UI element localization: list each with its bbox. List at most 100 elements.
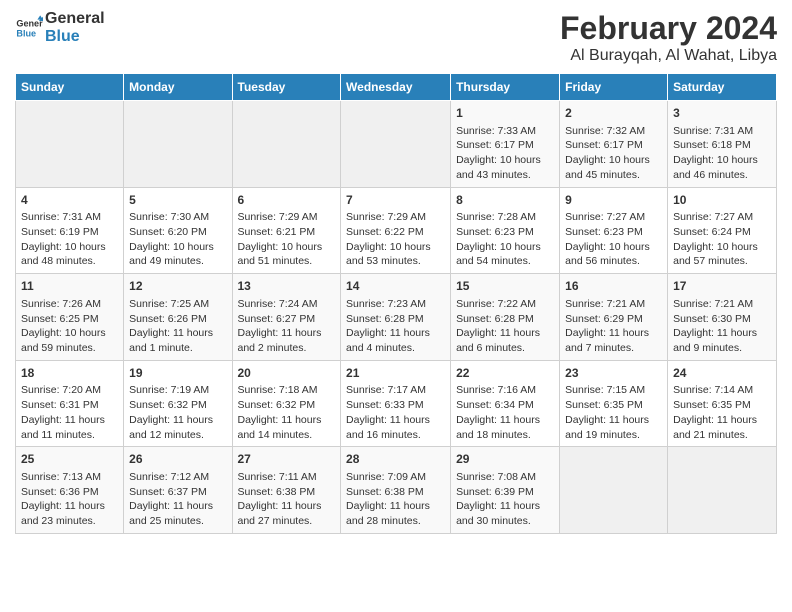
col-header-monday: Monday (124, 74, 232, 101)
day-number: 23 (565, 365, 662, 382)
calendar-table: SundayMondayTuesdayWednesdayThursdayFrid… (15, 73, 777, 534)
day-number: 21 (346, 365, 445, 382)
calendar-cell: 7Sunrise: 7:29 AM Sunset: 6:22 PM Daylig… (341, 187, 451, 274)
page-header: General Blue General Blue February 2024 … (15, 10, 777, 65)
calendar-cell (560, 447, 668, 534)
calendar-cell (668, 447, 777, 534)
day-number: 17 (673, 278, 771, 295)
calendar-cell: 15 Sunrise: 7:22 AM Sunset: 6:28 PM Dayli… (451, 274, 560, 361)
day-info: Sunrise: 7:13 AM Sunset: 6:36 PM Dayligh… (21, 470, 118, 529)
col-header-saturday: Saturday (668, 74, 777, 101)
col-header-tuesday: Tuesday (232, 74, 341, 101)
day-info: Sunrise: 7:17 AM Sunset: 6:33 PM Dayligh… (346, 383, 445, 442)
day-number: 15 (456, 278, 554, 295)
day-number: 18 (21, 365, 118, 382)
day-info: Sunrise: 7:23 AM Sunset: 6:28 PM Dayligh… (346, 297, 445, 356)
calendar-cell (16, 101, 124, 188)
day-info: Sunrise: 7:25 AM Sunset: 6:26 PM Dayligh… (129, 297, 226, 356)
day-number: 14 (346, 278, 445, 295)
day-number: 29 (456, 451, 554, 468)
day-info: Sunrise: 7:22 AM Sunset: 6:28 PM Dayligh… (456, 297, 554, 356)
day-number: 4 (21, 192, 118, 209)
calendar-cell: 27Sunrise: 7:11 AM Sunset: 6:38 PM Dayli… (232, 447, 341, 534)
calendar-cell: 3 Sunrise: 7:31 AM Sunset: 6:18 PM Daylig… (668, 101, 777, 188)
calendar-cell: 25 Sunrise: 7:13 AM Sunset: 6:36 PM Dayli… (16, 447, 124, 534)
col-header-friday: Friday (560, 74, 668, 101)
calendar-cell: 23Sunrise: 7:15 AM Sunset: 6:35 PM Dayli… (560, 360, 668, 447)
day-info: Sunrise: 7:33 AM Sunset: 6:17 PM Dayligh… (456, 124, 554, 183)
calendar-cell: 11 Sunrise: 7:26 AM Sunset: 6:25 PM Dayli… (16, 274, 124, 361)
calendar-cell: 20Sunrise: 7:18 AM Sunset: 6:32 PM Dayli… (232, 360, 341, 447)
calendar-cell: 14 Sunrise: 7:23 AM Sunset: 6:28 PM Dayli… (341, 274, 451, 361)
day-info: Sunrise: 7:18 AM Sunset: 6:32 PM Dayligh… (238, 383, 336, 442)
day-info: Sunrise: 7:32 AM Sunset: 6:17 PM Dayligh… (565, 124, 662, 183)
calendar-cell: 18Sunrise: 7:20 AM Sunset: 6:31 PM Dayli… (16, 360, 124, 447)
day-info: Sunrise: 7:08 AM Sunset: 6:39 PM Dayligh… (456, 470, 554, 529)
day-info: Sunrise: 7:29 AM Sunset: 6:21 PM Dayligh… (238, 210, 336, 269)
calendar-cell: 12 Sunrise: 7:25 AM Sunset: 6:26 PM Dayli… (124, 274, 232, 361)
calendar-cell (124, 101, 232, 188)
day-number: 28 (346, 451, 445, 468)
calendar-cell (232, 101, 341, 188)
svg-text:General: General (16, 18, 43, 28)
page-subtitle: Al Burayqah, Al Wahat, Libya (560, 47, 777, 65)
day-number: 26 (129, 451, 226, 468)
calendar-cell: 9Sunrise: 7:27 AM Sunset: 6:23 PM Daylig… (560, 187, 668, 274)
day-number: 19 (129, 365, 226, 382)
day-number: 1 (456, 105, 554, 122)
day-info: Sunrise: 7:11 AM Sunset: 6:38 PM Dayligh… (238, 470, 336, 529)
calendar-cell (341, 101, 451, 188)
day-info: Sunrise: 7:15 AM Sunset: 6:35 PM Dayligh… (565, 383, 662, 442)
day-info: Sunrise: 7:21 AM Sunset: 6:29 PM Dayligh… (565, 297, 662, 356)
calendar-cell: 8Sunrise: 7:28 AM Sunset: 6:23 PM Daylig… (451, 187, 560, 274)
calendar-cell: 29 Sunrise: 7:08 AM Sunset: 6:39 PM Dayli… (451, 447, 560, 534)
day-info: Sunrise: 7:16 AM Sunset: 6:34 PM Dayligh… (456, 383, 554, 442)
svg-text:Blue: Blue (16, 28, 36, 38)
day-info: Sunrise: 7:31 AM Sunset: 6:19 PM Dayligh… (21, 210, 118, 269)
calendar-cell: 13 Sunrise: 7:24 AM Sunset: 6:27 PM Dayli… (232, 274, 341, 361)
calendar-cell: 10Sunrise: 7:27 AM Sunset: 6:24 PM Dayli… (668, 187, 777, 274)
day-number: 8 (456, 192, 554, 209)
logo-icon: General Blue (15, 14, 43, 42)
calendar-cell: 28Sunrise: 7:09 AM Sunset: 6:38 PM Dayli… (341, 447, 451, 534)
day-info: Sunrise: 7:21 AM Sunset: 6:30 PM Dayligh… (673, 297, 771, 356)
logo-general: General (45, 10, 105, 28)
day-info: Sunrise: 7:27 AM Sunset: 6:23 PM Dayligh… (565, 210, 662, 269)
day-number: 7 (346, 192, 445, 209)
day-number: 16 (565, 278, 662, 295)
day-number: 2 (565, 105, 662, 122)
logo-blue: Blue (45, 28, 105, 46)
day-info: Sunrise: 7:30 AM Sunset: 6:20 PM Dayligh… (129, 210, 226, 269)
calendar-cell: 19Sunrise: 7:19 AM Sunset: 6:32 PM Dayli… (124, 360, 232, 447)
day-info: Sunrise: 7:24 AM Sunset: 6:27 PM Dayligh… (238, 297, 336, 356)
page-title: February 2024 (560, 10, 777, 47)
day-number: 25 (21, 451, 118, 468)
day-number: 3 (673, 105, 771, 122)
calendar-cell: 2 Sunrise: 7:32 AM Sunset: 6:17 PM Daylig… (560, 101, 668, 188)
day-number: 13 (238, 278, 336, 295)
day-info: Sunrise: 7:28 AM Sunset: 6:23 PM Dayligh… (456, 210, 554, 269)
day-info: Sunrise: 7:27 AM Sunset: 6:24 PM Dayligh… (673, 210, 771, 269)
day-number: 24 (673, 365, 771, 382)
calendar-cell: 21Sunrise: 7:17 AM Sunset: 6:33 PM Dayli… (341, 360, 451, 447)
day-number: 6 (238, 192, 336, 209)
day-info: Sunrise: 7:26 AM Sunset: 6:25 PM Dayligh… (21, 297, 118, 356)
day-number: 12 (129, 278, 226, 295)
col-header-sunday: Sunday (16, 74, 124, 101)
day-number: 22 (456, 365, 554, 382)
day-number: 10 (673, 192, 771, 209)
day-number: 9 (565, 192, 662, 209)
day-info: Sunrise: 7:31 AM Sunset: 6:18 PM Dayligh… (673, 124, 771, 183)
day-info: Sunrise: 7:29 AM Sunset: 6:22 PM Dayligh… (346, 210, 445, 269)
calendar-cell: 17 Sunrise: 7:21 AM Sunset: 6:30 PM Dayli… (668, 274, 777, 361)
day-number: 20 (238, 365, 336, 382)
calendar-cell: 6Sunrise: 7:29 AM Sunset: 6:21 PM Daylig… (232, 187, 341, 274)
calendar-cell: 5Sunrise: 7:30 AM Sunset: 6:20 PM Daylig… (124, 187, 232, 274)
day-number: 11 (21, 278, 118, 295)
day-info: Sunrise: 7:12 AM Sunset: 6:37 PM Dayligh… (129, 470, 226, 529)
day-info: Sunrise: 7:14 AM Sunset: 6:35 PM Dayligh… (673, 383, 771, 442)
day-number: 5 (129, 192, 226, 209)
calendar-cell: 22Sunrise: 7:16 AM Sunset: 6:34 PM Dayli… (451, 360, 560, 447)
col-header-wednesday: Wednesday (341, 74, 451, 101)
day-info: Sunrise: 7:19 AM Sunset: 6:32 PM Dayligh… (129, 383, 226, 442)
